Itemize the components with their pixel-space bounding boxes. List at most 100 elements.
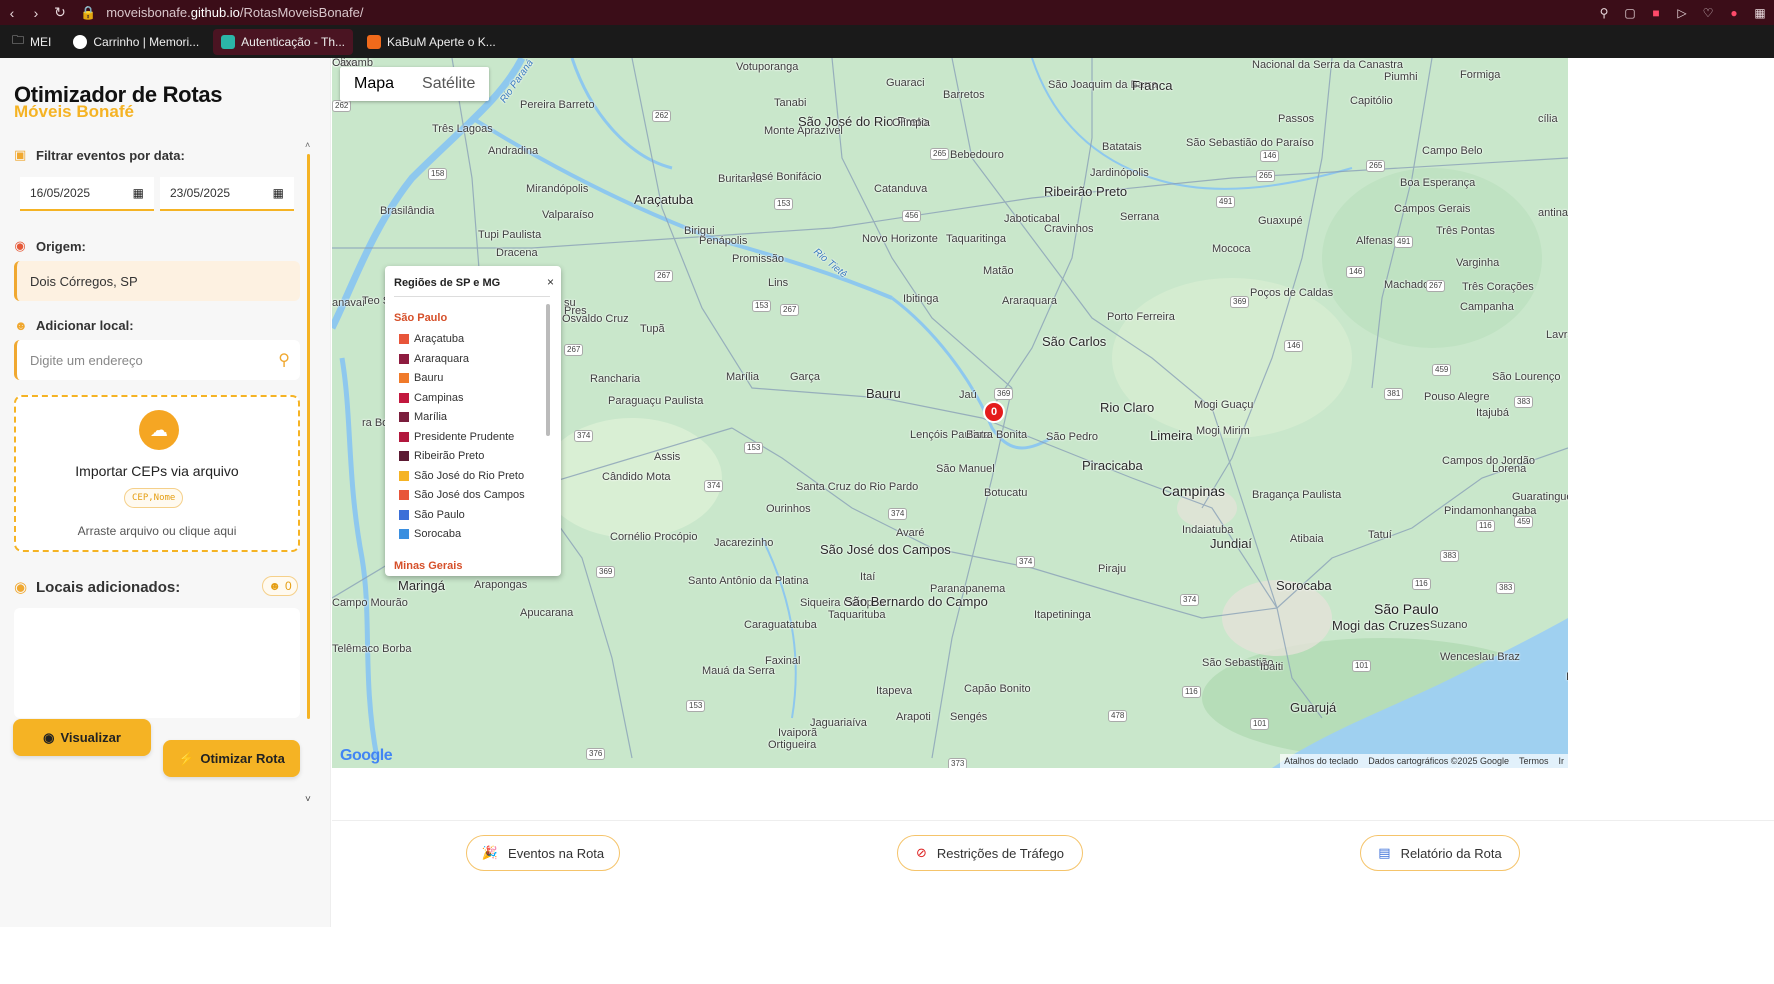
legend-swatch	[399, 353, 409, 364]
heart-icon[interactable]: ♡	[1700, 5, 1716, 21]
road-shield: 267	[780, 304, 800, 316]
city-label: Serrana	[1120, 211, 1160, 223]
scroll-thumb[interactable]	[307, 154, 310, 719]
route-events-button[interactable]: 🎉 Eventos na Rota	[466, 835, 620, 871]
reload-icon[interactable]: ↻	[48, 0, 72, 25]
road-shield: 262	[652, 110, 672, 122]
search-icon[interactable]: ⚲	[278, 350, 290, 370]
city-label: Apucarana	[520, 607, 574, 619]
legend-swatch	[399, 431, 409, 442]
play-icon[interactable]: ▷	[1674, 5, 1690, 21]
chevron-up-icon[interactable]: ˄	[305, 140, 310, 150]
address-bar[interactable]: 🔒 moveisbonafe.github.io/RotasMoveisBona…	[80, 2, 363, 23]
city-label: Campo Belo	[1422, 145, 1483, 157]
origin-marker[interactable]: 0	[983, 401, 1005, 423]
cloud-upload-icon: ☁	[139, 410, 179, 450]
back-icon[interactable]: ‹	[0, 0, 24, 25]
road-shield: 262	[332, 100, 352, 112]
site-icon	[367, 34, 382, 49]
road-shield: 116	[1476, 520, 1495, 532]
url-text: moveisbonafe.github.io/RotasMoveisBonafe…	[106, 5, 364, 20]
city-label: Itapetininga	[1034, 609, 1091, 621]
city-label: Franca	[1132, 78, 1173, 93]
optimize-route-button[interactable]: ⚡ Otimizar Rota	[163, 740, 300, 777]
bookmark-kabum[interactable]: KaBuM Aperte o K...	[359, 29, 504, 55]
road-shield: 383	[1440, 550, 1460, 562]
route-report-button[interactable]: ▤ Relatório da Rota	[1360, 835, 1520, 871]
city-label: Itapeva	[876, 685, 913, 697]
traffic-restrictions-button[interactable]: ⊘ Restrições de Tráfego	[897, 835, 1083, 871]
terms-link[interactable]: Termos	[1519, 754, 1549, 768]
city-label: Brasilândia	[380, 205, 435, 217]
date-end-input[interactable]: 23/05/2025 ▦	[160, 177, 294, 211]
road-shield: 459	[1514, 516, 1534, 528]
report-link[interactable]: Ir	[1559, 754, 1565, 768]
bookmark-carrinho[interactable]: Carrinho | Memori...	[65, 29, 207, 55]
city-label: Tanabi	[774, 97, 807, 109]
extension-icon[interactable]: ●	[1726, 5, 1742, 21]
sidebar-scrollbar[interactable]: ˄	[305, 140, 312, 801]
legend-item-label: Sorocaba	[414, 528, 462, 540]
forward-icon[interactable]: ›	[24, 0, 48, 25]
browser-toolbar: ‹ › ↻ 🔒 moveisbonafe.github.io/RotasMove…	[0, 0, 1774, 25]
city-label: Jundiaí	[1210, 536, 1252, 551]
legend-item: Araçatuba	[399, 332, 464, 346]
legend-item: São José do Rio Preto	[399, 469, 524, 483]
date-start-input[interactable]: 16/05/2025 ▦	[20, 177, 154, 211]
city-label: Tupã	[640, 323, 665, 335]
city-label: Matão	[983, 265, 1014, 277]
map-type-control: Mapa Satélite	[340, 67, 490, 101]
city-label: Limeira	[1150, 428, 1193, 443]
city-label: Jacarezinho	[714, 537, 774, 549]
pocket-icon[interactable]: ■	[1648, 5, 1664, 21]
legend-swatch	[399, 451, 409, 461]
puzzle-icon[interactable]: ▦	[1752, 5, 1768, 21]
road-shield: 153	[752, 300, 772, 312]
add-location-label: ☻ Adicionar local:	[14, 318, 134, 333]
legend-swatch	[399, 392, 409, 403]
city-label: São Sebastião do Paraíso	[1186, 137, 1314, 149]
road-shield: 267	[564, 344, 584, 356]
city-label: São Paulo	[1374, 601, 1439, 617]
city-label: Três Pontas	[1436, 225, 1495, 237]
bookmark-mei[interactable]: 🗀 MEI	[4, 29, 59, 55]
city-label: Três Lagoas	[432, 123, 493, 135]
road-shield: 374	[1016, 556, 1036, 568]
legend-item: São Paulo	[399, 508, 465, 522]
close-icon[interactable]: ×	[547, 275, 554, 289]
legend-item-label: Presidente Prudente	[414, 430, 515, 443]
visualize-button[interactable]: ◉ Visualizar	[13, 719, 151, 756]
city-label: São Bernardo do Campo	[844, 594, 988, 609]
road-shield: 146	[1284, 340, 1304, 352]
file-import-dropzone[interactable]: ☁ Importar CEPs via arquivo CEP,Nome Arr…	[14, 395, 300, 552]
chevron-down-icon[interactable]: ˅	[305, 794, 311, 805]
map-type-satellite-button[interactable]: Satélite	[408, 67, 489, 101]
city-label: Novo Horizonte	[862, 233, 938, 245]
city-label: Machado	[1384, 279, 1430, 291]
city-label: Mogi das Cruzes	[1332, 618, 1430, 633]
address-input[interactable]	[30, 352, 260, 368]
legend-scrollbar[interactable]	[546, 304, 550, 436]
legend-item-label: São Paulo	[414, 508, 465, 521]
city-label: Caraguatatuba	[744, 619, 817, 631]
city-label: Campo Mourão	[332, 597, 408, 609]
bottom-actions: 🎉 Eventos na Rota ⊘ Restrições de Tráfeg…	[332, 820, 1774, 984]
map-canvas[interactable]: Votuporanga Guaraci Barretos São Joaquim da…	[332, 58, 1568, 768]
city-label: Andradina	[488, 145, 539, 157]
city-label: Itajubá	[1476, 407, 1510, 419]
calendar-picker-icon[interactable]: ▦	[133, 186, 144, 200]
bookmark-autenticacao[interactable]: Autenticação - Th...	[213, 28, 354, 55]
city-label: Taquarituba	[828, 609, 886, 621]
legend-item-label: Ribeirão Preto	[414, 450, 485, 462]
road-shield: 153	[744, 442, 764, 454]
pin-icon[interactable]: ⚲	[1596, 5, 1612, 21]
calendar-picker-icon[interactable]: ▦	[273, 186, 284, 200]
city-label: cília	[1538, 113, 1558, 125]
road-shield: 491	[1394, 236, 1414, 248]
map-type-map-button[interactable]: Mapa	[340, 67, 408, 101]
keyboard-shortcuts-link[interactable]: Atalhos do teclado	[1284, 754, 1358, 768]
road-shield: 267	[1426, 280, 1446, 292]
screenshot-icon[interactable]: ▢	[1622, 5, 1638, 21]
origin-field[interactable]: Dois Córregos, SP	[14, 261, 300, 301]
legend-item-label: Araçatuba	[414, 333, 465, 345]
